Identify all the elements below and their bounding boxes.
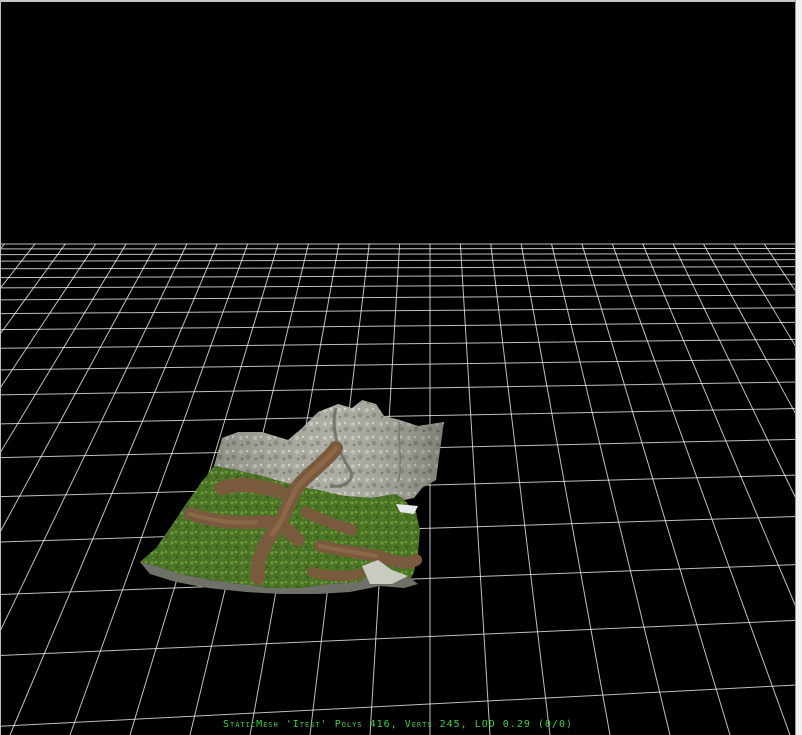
grid-line-depth [9, 243, 218, 735]
grid-line-depth [520, 243, 611, 735]
grid-line-depth [459, 243, 491, 735]
grid-line-width [0, 358, 796, 371]
grid-line-depth [642, 243, 796, 609]
grid-line-depth [703, 243, 796, 416]
viewport-left-border [0, 0, 1, 735]
grid-line-depth [0, 243, 36, 290]
3d-viewport[interactable]: StaticMesh 'Itest' Polys 416, Verts 245,… [0, 0, 802, 735]
grid-line-depth [0, 243, 157, 534]
grid-line-width [0, 321, 796, 331]
viewport-top-border [0, 0, 802, 2]
grid-line-depth [581, 243, 731, 735]
grid-line-depth [551, 243, 671, 735]
grid-line-depth [611, 243, 791, 735]
grid-line-width [0, 307, 796, 315]
grid-line-width [0, 253, 796, 256]
grid-line-width [0, 619, 796, 656]
scene-canvas[interactable] [0, 0, 796, 735]
viewport-status-text: StaticMesh 'Itest' Polys 416, Verts 245,… [222, 719, 573, 730]
grid-line-width [0, 338, 796, 349]
grid-line-width [0, 294, 796, 301]
grid-line-depth [490, 243, 551, 735]
grid-line-depth [0, 243, 66, 336]
grid-line-width [0, 259, 796, 262]
static-mesh[interactable] [140, 400, 444, 594]
viewport-scrollbar[interactable] [795, 0, 802, 735]
grid-line-depth [0, 243, 127, 455]
grid-line-depth [672, 243, 796, 500]
grid-line-width [0, 283, 796, 289]
